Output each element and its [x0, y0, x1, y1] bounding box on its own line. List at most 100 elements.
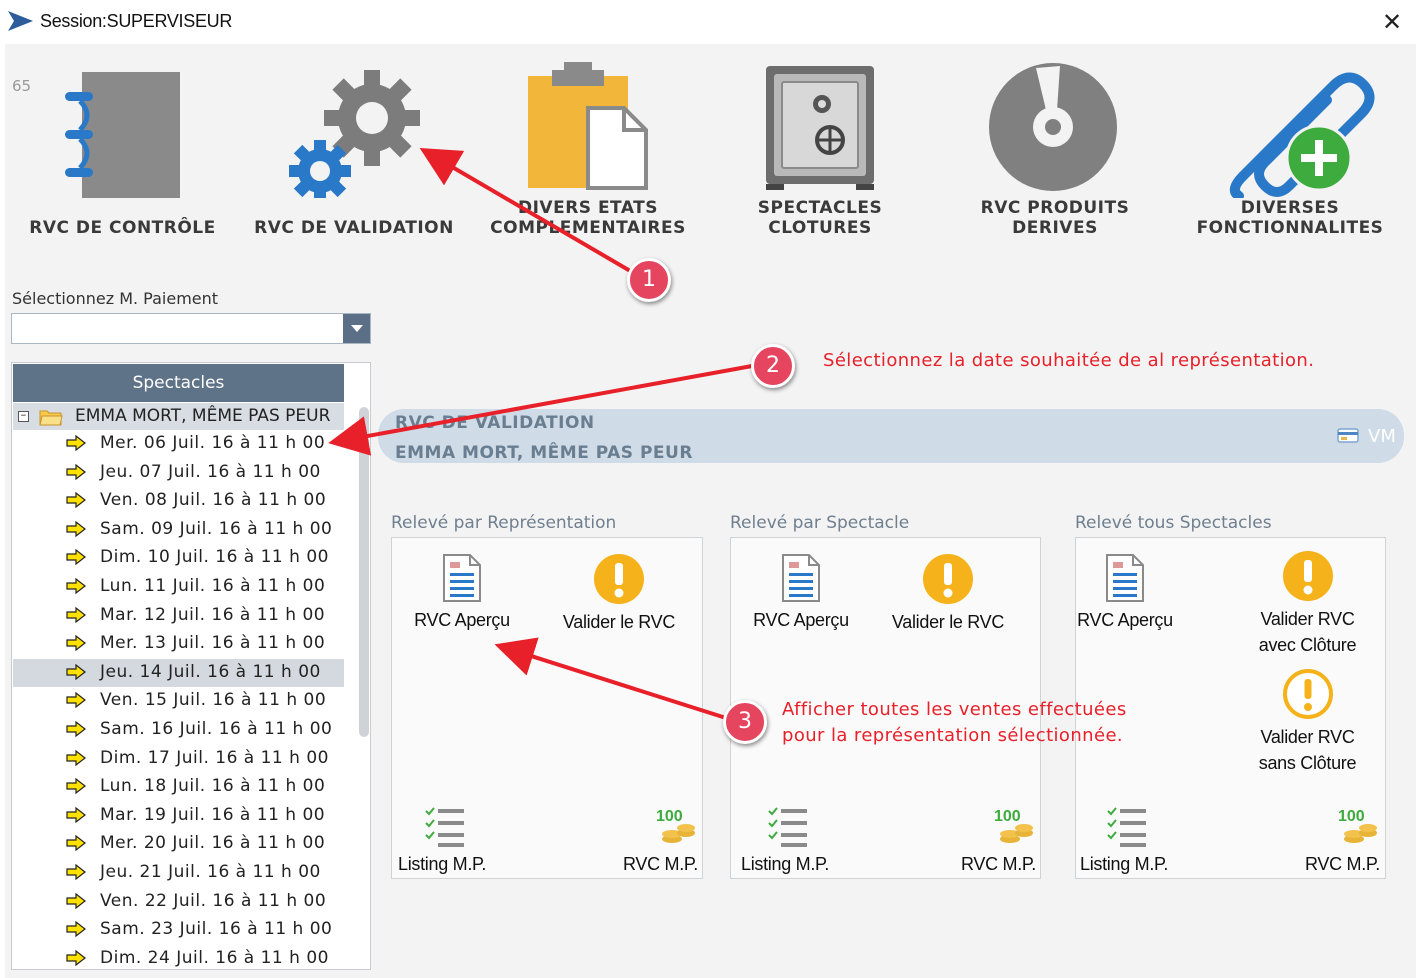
tree-date-label: Mer. 13 Juil. 16 à 11 h 00: [100, 633, 326, 654]
valider-rvc-sans-cloture-button[interactable]: Valider RVC sans Clôture: [1240, 668, 1375, 776]
tree-date-row[interactable]: Mar. 12 Juil. 16 à 11 h 00: [13, 602, 344, 631]
rvc-mp-button[interactable]: 100 RVC M.P.: [1294, 805, 1380, 877]
collapse-toggle-icon[interactable]: −: [18, 411, 29, 422]
close-button[interactable]: ✕: [1376, 8, 1408, 36]
valider-rvc-avec-cloture-line2: avec Clôture: [1258, 635, 1357, 655]
rvc-mp-label: RVC M.P.: [623, 854, 698, 874]
arrow-right-icon: [66, 720, 86, 737]
tree-date-row[interactable]: Lun. 18 Juil. 16 à 11 h 00: [13, 773, 344, 802]
tree-date-row[interactable]: Ven. 22 Juil. 16 à 11 h 00: [13, 888, 344, 917]
valider-rvc-label: Valider le RVC: [562, 612, 676, 632]
toolbar-label: RVC DE CONTRÔLE: [29, 218, 216, 238]
tree-date-label: Sam. 23 Juil. 16 à 11 h 00: [100, 919, 333, 940]
valider-rvc-avec-cloture-line1: Valider RVC: [1260, 609, 1355, 629]
rvc-apercu-button[interactable]: RVC Aperçu: [1070, 553, 1180, 633]
tree-date-row[interactable]: Ven. 15 Juil. 16 à 11 h 00: [13, 687, 344, 716]
rvc-mp-button[interactable]: 100 RVC M.P.: [612, 805, 698, 877]
valider-rvc-label: Valider le RVC: [891, 612, 1005, 632]
tree-date-label: Jeu. 21 Juil. 16 à 11 h 00: [100, 861, 321, 882]
toolbar-label-line1: SPECTACLES: [757, 198, 883, 218]
annotation-text-2: Sélectionnez la date souhaitée de al rep…: [823, 350, 1315, 371]
warning-outline-icon: [1282, 669, 1333, 719]
valider-rvc-sans-cloture-line2: sans Clôture: [1258, 753, 1357, 773]
annotation-badge-1: 1: [627, 258, 671, 302]
toolbar-label-line2: COMPLEMENTAIRES: [490, 218, 686, 238]
arrow-right-icon: [66, 892, 86, 909]
listing-mp-label: Listing M.P.: [741, 854, 830, 874]
toolbar-label: RVC DE VALIDATION: [254, 218, 454, 238]
checklist-icon: [1107, 807, 1146, 847]
toolbar-rvc-controle[interactable]: RVC DE CONTRÔLE: [20, 58, 225, 248]
tree-date-row[interactable]: Lun. 11 Juil. 16 à 11 h 00: [13, 573, 344, 602]
toolbar-rvc-validation[interactable]: RVC DE VALIDATION: [245, 58, 463, 248]
section-title-tous-spectacles: Relevé tous Spectacles: [1075, 513, 1272, 533]
tree-date-row[interactable]: Dim. 24 Juil. 16 à 11 h 00: [13, 945, 344, 969]
tree-date-list: Mer. 06 Juil. 16 à 11 h 00 Jeu. 07 Juil. …: [13, 430, 344, 969]
warning-icon: [594, 554, 644, 604]
safe-icon: [766, 66, 874, 190]
window-title: Session:SUPERVISEUR: [40, 11, 233, 31]
tree-scrollbar[interactable]: [359, 407, 369, 737]
tree-date-label: Mer. 06 Juil. 16 à 11 h 00: [100, 433, 326, 453]
chevron-down-icon[interactable]: [343, 314, 370, 343]
tree-date-row[interactable]: Mar. 19 Juil. 16 à 11 h 00: [13, 802, 344, 831]
listing-mp-button[interactable]: Listing M.P.: [741, 805, 841, 877]
tree-date-row[interactable]: Jeu. 07 Juil. 16 à 11 h 00: [13, 459, 344, 488]
arrow-right-icon: [66, 692, 86, 709]
tree-root-spectacle[interactable]: − EMMA MORT, MÊME PAS PEUR: [13, 403, 344, 430]
arrow-right-icon: [66, 520, 86, 537]
tree-date-row[interactable]: Jeu. 21 Juil. 16 à 11 h 00: [13, 859, 344, 888]
tree-date-label: Dim. 17 Juil. 16 à 11 h 00: [100, 747, 329, 768]
tree-date-row[interactable]: Sam. 16 Juil. 16 à 11 h 00: [13, 716, 344, 745]
payment-mode-select[interactable]: [11, 313, 371, 344]
tree-date-label: Ven. 08 Juil. 16 à 11 h 00: [100, 490, 327, 511]
tree-date-row[interactable]: Dim. 17 Juil. 16 à 11 h 00: [13, 745, 344, 774]
arrow-right-icon: [66, 606, 86, 623]
listing-mp-label: Listing M.P.: [1080, 854, 1169, 874]
tree-date-row[interactable]: Mer. 13 Juil. 16 à 11 h 00: [13, 630, 344, 659]
tree-date-label: Mar. 12 Juil. 16 à 11 h 00: [100, 604, 326, 625]
arrow-right-icon: [66, 863, 86, 880]
valider-rvc-avec-cloture-button[interactable]: Valider RVC avec Clôture: [1240, 550, 1375, 658]
band-tag: VM: [1368, 426, 1396, 447]
toolbar-diverses-fonctionnalites[interactable]: DIVERSES FONCTIONNALITES: [1185, 58, 1395, 248]
rvc-apercu-button[interactable]: RVC Aperçu: [741, 553, 861, 633]
valider-rvc-button[interactable]: Valider le RVC: [555, 553, 683, 635]
tree-date-row[interactable]: Dim. 10 Juil. 16 à 11 h 00: [13, 544, 344, 573]
rvc-apercu-label: RVC Aperçu: [1077, 610, 1173, 630]
document-icon: [782, 554, 820, 602]
toolbar-rvc-produits-derives[interactable]: RVC PRODUITS DERIVES: [960, 58, 1150, 248]
tree-date-row[interactable]: Sam. 09 Juil. 16 à 11 h 00: [13, 516, 344, 545]
tree-date-label: Sam. 16 Juil. 16 à 11 h 00: [100, 718, 333, 739]
document-icon: [1106, 554, 1144, 602]
tree-header: Spectacles: [13, 364, 344, 402]
tree-date-row[interactable]: Jeu. 14 Juil. 16 à 11 h 00: [13, 658, 344, 688]
coins-icon-number: 100: [1338, 808, 1365, 825]
tree-date-label: Dim. 24 Juil. 16 à 11 h 00: [100, 947, 329, 968]
valider-rvc-button[interactable]: Valider le RVC: [884, 553, 1012, 635]
tree-date-row[interactable]: Sam. 23 Juil. 16 à 11 h 00: [13, 916, 344, 945]
annotation-badge-3: 3: [723, 700, 767, 744]
tree-date-row[interactable]: Mer. 06 Juil. 16 à 11 h 00: [13, 430, 344, 459]
tree-date-label: Ven. 15 Juil. 16 à 11 h 00: [100, 690, 327, 711]
rvc-apercu-button[interactable]: RVC Aperçu: [402, 553, 522, 633]
rvc-mp-button[interactable]: 100 RVC M.P.: [950, 805, 1036, 877]
tree-date-row[interactable]: Ven. 08 Juil. 16 à 11 h 00: [13, 487, 344, 516]
arrow-right-icon: [66, 463, 86, 480]
band-title: RVC DE VALIDATION: [395, 413, 595, 433]
section-title-spectacle: Relevé par Spectacle: [730, 513, 910, 533]
arrow-right-icon: [66, 778, 86, 795]
coins-icon: 100: [656, 808, 695, 843]
rvc-apercu-label: RVC Aperçu: [414, 610, 510, 630]
band-subtitle: EMMA MORT, MÊME PAS PEUR: [395, 443, 693, 463]
listing-mp-button[interactable]: Listing M.P.: [398, 805, 498, 877]
annotation-text-3-line1: Afficher toutes les ventes effectuées: [782, 699, 1127, 720]
toolbar-divers-etats[interactable]: DIVERS ETATS COMPLEMENTAIRES: [482, 58, 694, 248]
arrow-right-icon: [66, 663, 86, 680]
toolbar-spectacles-clotures[interactable]: SPECTACLES CLOTURES: [730, 58, 910, 248]
annotation-text-3-line2: pour la représentation sélectionnée.: [782, 725, 1124, 746]
listing-mp-button[interactable]: Listing M.P.: [1080, 805, 1180, 877]
tree-date-row[interactable]: Mer. 20 Juil. 16 à 11 h 00: [13, 830, 344, 859]
arrow-right-icon: [66, 577, 86, 594]
tree-date-label: Mar. 19 Juil. 16 à 11 h 00: [100, 804, 326, 825]
